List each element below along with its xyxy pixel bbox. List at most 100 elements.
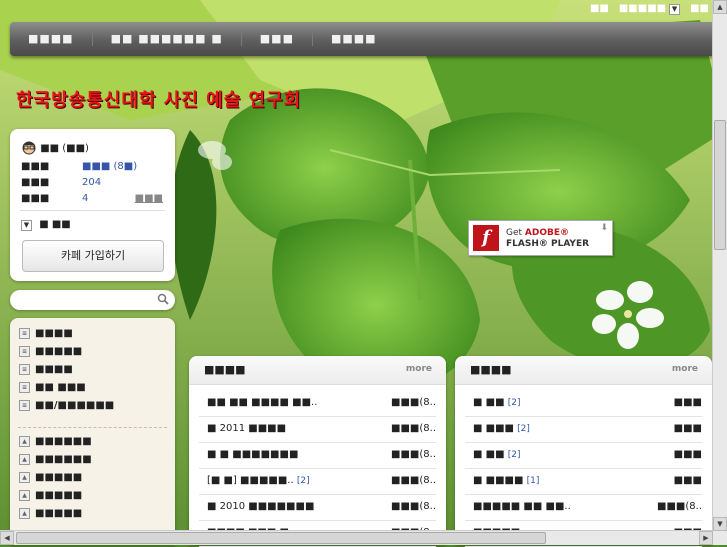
profile-name[interactable]: ■■ (■■) bbox=[40, 143, 89, 154]
flash-logo-icon: f bbox=[473, 225, 499, 251]
board-icon: ≡ bbox=[19, 328, 30, 339]
board-icon: ≡ bbox=[19, 400, 30, 411]
more-link[interactable]: more bbox=[672, 364, 698, 374]
profile-row-1: ■■■ ■■■ (8■) bbox=[21, 161, 137, 172]
top-links: ■■ ■■■■■ ▼ ■■ bbox=[590, 3, 709, 15]
top-link-2-label: ■■■■■ bbox=[618, 3, 667, 14]
menu-item-4[interactable]: ■■■■ bbox=[313, 32, 395, 46]
top-link-3[interactable]: ■■ bbox=[690, 3, 709, 15]
menu-divider bbox=[18, 427, 167, 428]
menu-board-label: ■■■■ bbox=[35, 328, 73, 339]
menu-board-item[interactable]: ≡ ■■■■ bbox=[19, 326, 73, 341]
menu-album-label: ■■■■■ bbox=[35, 472, 83, 483]
menu-item-1[interactable]: ■■■■ bbox=[10, 32, 93, 46]
post-writer[interactable]: ■■■ bbox=[674, 397, 702, 408]
menu-album-item[interactable]: ▲ ■■■■■ bbox=[19, 470, 82, 485]
post-title-text: ■ 2011 ■■■■ bbox=[207, 423, 287, 434]
horizontal-scroll-thumb[interactable] bbox=[16, 532, 546, 544]
menu-album-label: ■■■■■ bbox=[35, 508, 83, 519]
chevron-down-icon[interactable]: ▼ bbox=[669, 4, 681, 15]
menu-item-3[interactable]: ■■■ bbox=[242, 32, 313, 46]
menu-album-item[interactable]: ▲ ■■■■■■ bbox=[19, 434, 92, 449]
post-title-text: ■ ■■ bbox=[473, 397, 505, 408]
menu-album-item[interactable]: ▲ ■■■■■ bbox=[19, 506, 82, 521]
post-title-text: ■■ ■■ ■■■■ ■■.. bbox=[207, 397, 318, 408]
board-row: ■ ■■ [2] ■■■ bbox=[465, 442, 702, 469]
download-arrow-icon: ⬇ bbox=[600, 223, 608, 233]
post-title[interactable]: [■ ■] ■■■■■.. [2] bbox=[207, 475, 310, 486]
search-box bbox=[10, 290, 175, 310]
profile-row-3-value[interactable]: 4 bbox=[82, 193, 88, 204]
post-writer[interactable]: ■■■(8.. bbox=[657, 501, 702, 512]
scroll-down-button[interactable]: ▼ bbox=[713, 517, 727, 531]
scroll-right-button[interactable]: ▶ bbox=[699, 531, 713, 545]
scroll-up-button[interactable]: ▲ bbox=[713, 0, 727, 14]
menu-album-item[interactable]: ▲ ■■■■■■ bbox=[19, 452, 92, 467]
post-writer[interactable]: ■■■(8.. bbox=[391, 475, 436, 486]
menu-album-label: ■■■■■■ bbox=[35, 454, 92, 465]
menu-board-item[interactable]: ≡ ■■■■■ bbox=[19, 344, 82, 359]
post-writer[interactable]: ■■■ bbox=[674, 423, 702, 434]
post-writer[interactable]: ■■■(8.. bbox=[391, 397, 436, 408]
vertical-scrollbar[interactable]: ▲ ▼ bbox=[712, 0, 727, 531]
menu-board-item[interactable]: ≡ ■■■■ bbox=[19, 362, 73, 377]
post-title-text: ■ ■■■■ bbox=[473, 475, 524, 486]
menu-board-item[interactable]: ≡ ■■ ■■■ bbox=[19, 380, 86, 395]
profile-row-3-label: ■■■ bbox=[21, 193, 50, 204]
photo-album-icon: ▲ bbox=[19, 454, 30, 465]
board-title[interactable]: ■■■■ bbox=[204, 363, 246, 376]
post-title[interactable]: ■ ■■ [2] bbox=[473, 449, 520, 460]
join-cafe-button[interactable]: 카페 가입하기 bbox=[22, 240, 164, 272]
post-title-text: ■ ■ ■■■■■■■ bbox=[207, 449, 299, 460]
profile-dropdown-label: ■ ■■ bbox=[39, 219, 71, 230]
post-title[interactable]: ■ ■■ [2] bbox=[473, 397, 520, 408]
menu-album-item[interactable]: ▲ ■■■■■ bbox=[19, 488, 82, 503]
flash-badge-line2: FLASH® PLAYER bbox=[506, 238, 590, 249]
post-title[interactable]: ■■■■■ ■■ ■■.. bbox=[473, 501, 571, 512]
post-writer[interactable]: ■■■(8.. bbox=[391, 423, 436, 434]
board-row: ■ 2011 ■■■■ ■■■(8.. bbox=[199, 416, 436, 443]
main-menu-bar: ■■■■ ■■ ■■■■■■ ■ ■■■ ■■■■ bbox=[10, 22, 716, 56]
menu-item-2[interactable]: ■■ ■■■■■■ ■ bbox=[93, 32, 242, 46]
profile-row-3-extra[interactable]: ■■■ bbox=[135, 193, 163, 204]
post-title[interactable]: ■ ■ ■■■■■■■ bbox=[207, 449, 298, 460]
get-flash-player-badge[interactable]: f Get ADOBE® FLASH® PLAYER ⬇ bbox=[468, 220, 613, 256]
profile-dropdown[interactable]: ▼ ■ ■■ bbox=[21, 219, 71, 231]
scroll-left-button[interactable]: ◀ bbox=[0, 531, 14, 545]
board-row: ■ 2010 ■■■■■■■ ■■■(8.. bbox=[199, 494, 436, 521]
menu-board-label: ■■■■ bbox=[35, 364, 73, 375]
search-icon[interactable] bbox=[157, 293, 169, 305]
cafe-title[interactable]: 한국방송통신대학 사진 예술 연구회 bbox=[16, 86, 301, 112]
vertical-scroll-thumb[interactable] bbox=[714, 120, 726, 250]
post-title-text: ■ 2010 ■■■■■■■ bbox=[207, 501, 315, 512]
post-title-text: [■ ■] ■■■■■.. bbox=[207, 475, 294, 486]
post-writer[interactable]: ■■■ bbox=[674, 475, 702, 486]
post-title[interactable]: ■ 2011 ■■■■ bbox=[207, 423, 286, 434]
profile-row-1-label: ■■■ bbox=[21, 161, 50, 172]
post-title[interactable]: ■ 2010 ■■■■■■■ bbox=[207, 501, 314, 512]
board-header: ■■■■ more bbox=[455, 356, 712, 385]
horizontal-scrollbar[interactable]: ◀ ▶ bbox=[0, 530, 713, 545]
post-title[interactable]: ■ ■■■ [2] bbox=[473, 423, 530, 434]
post-title[interactable]: ■■ ■■ ■■■■ ■■.. bbox=[207, 397, 317, 408]
profile-row-3: ■■■ 4 ■■■ bbox=[21, 193, 163, 204]
top-link-1[interactable]: ■■ bbox=[590, 3, 609, 15]
board-row: ■■ ■■ ■■■■ ■■.. ■■■(8.. bbox=[199, 390, 436, 417]
search-input[interactable] bbox=[18, 293, 157, 309]
more-link[interactable]: more bbox=[406, 364, 432, 374]
profile-row-1-value[interactable]: ■■■ (8■) bbox=[82, 161, 137, 172]
menu-board-item[interactable]: ≡ ■■/■■■■■■ bbox=[19, 398, 114, 413]
post-title[interactable]: ■ ■■■■ [1] bbox=[473, 475, 539, 486]
board-icon: ≡ bbox=[19, 346, 30, 357]
post-writer[interactable]: ■■■(8.. bbox=[391, 501, 436, 512]
post-writer[interactable]: ■■■ bbox=[674, 449, 702, 460]
post-title-text: ■ ■■■ bbox=[473, 423, 514, 434]
top-link-2[interactable]: ■■■■■ ▼ bbox=[618, 3, 681, 15]
board-row: ■■■■■ ■■ ■■.. ■■■(8.. bbox=[465, 494, 702, 521]
board-menu-list: ≡ ■■■■ ≡ ■■■■■ ≡ ■■■■ ≡ ■■ ■■■ ≡ ■■/■■■■■■ ▲ ■… bbox=[10, 318, 175, 545]
profile-row-2-value[interactable]: 204 bbox=[82, 177, 101, 188]
board-title[interactable]: ■■■■ bbox=[470, 363, 512, 376]
profile-row-2-label: ■■■ bbox=[21, 177, 50, 188]
post-writer[interactable]: ■■■(8.. bbox=[391, 449, 436, 460]
photo-album-icon: ▲ bbox=[19, 490, 30, 501]
